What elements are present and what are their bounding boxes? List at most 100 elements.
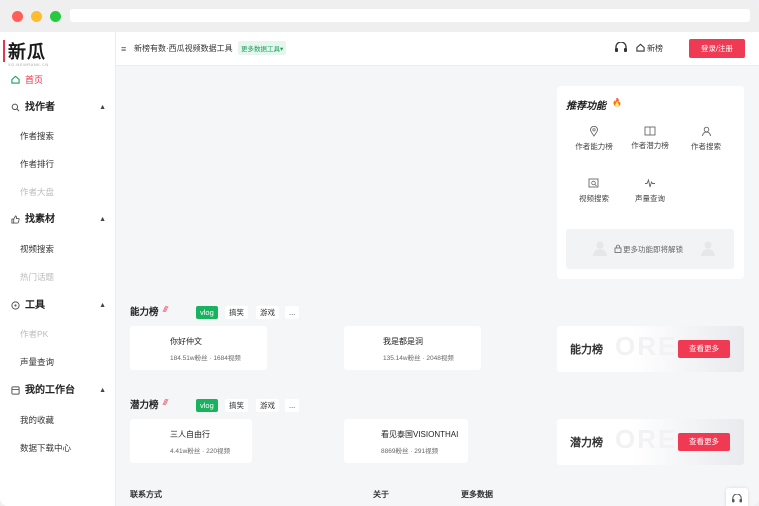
address-bar[interactable]: [70, 9, 750, 22]
banner-watermark: ORE: [615, 424, 678, 454]
author-meta: 135.14w粉丝 · 2048视频: [383, 355, 454, 362]
more-tools-dropdown[interactable]: 更多数据工具▾: [238, 41, 287, 55]
home-icon: [636, 43, 645, 52]
sidebar-item-author-pk[interactable]: 作者PK: [0, 324, 116, 344]
menu-icon[interactable]: ≡: [121, 44, 126, 54]
sidebar-item-label: 找素材: [25, 214, 55, 225]
recommend-item-label: 视频搜索: [579, 194, 609, 203]
chevron-up-icon: ▲: [99, 216, 106, 223]
recommend-volume-query[interactable]: 声量查询: [625, 178, 675, 204]
ability-tag-game[interactable]: 游戏: [256, 306, 279, 319]
minimize-window-button[interactable]: [31, 11, 42, 22]
customer-service-button[interactable]: [726, 488, 748, 506]
author-meta: 184.51w粉丝 · 1684视频: [170, 355, 241, 362]
site-title: 新榜有数·西瓜视频数据工具: [134, 44, 233, 53]
locked-features-text: 更多功能即将解锁: [623, 245, 683, 254]
book-icon: [644, 126, 656, 136]
ability-section-title: 能力榜: [130, 307, 159, 318]
recommend-author-search[interactable]: 作者搜索: [681, 126, 731, 152]
sidebar-item-my-favorites[interactable]: 我的收藏: [0, 410, 116, 430]
sidebar-item-label: 热门话题: [20, 272, 55, 282]
sidebar-item-label: 工具: [25, 300, 45, 311]
stripes-decoration: ///: [163, 398, 168, 407]
potential-author-card[interactable]: 看见泰国VISIONTHAI 8869粉丝 · 291视频: [344, 419, 468, 463]
chevron-up-icon: ▲: [99, 302, 106, 309]
sidebar-item-video-search[interactable]: 视频搜索: [0, 239, 116, 259]
banner-watermark: ORE: [615, 331, 678, 361]
sidebar-item-author-ranking[interactable]: 作者排行: [0, 154, 116, 174]
chevron-up-icon: ▲: [99, 387, 106, 394]
maximize-window-button[interactable]: [50, 11, 61, 22]
author-name: 看见泰国VISIONTHAI: [381, 430, 459, 439]
view-more-button[interactable]: 查看更多: [678, 340, 730, 358]
potential-author-card[interactable]: 三人自由行 4.41w粉丝 · 220视频: [130, 419, 252, 463]
ability-tag-more[interactable]: ...: [285, 306, 300, 319]
stripes-decoration: ///: [163, 305, 168, 314]
sidebar-item-author-overview[interactable]: 作者大盘: [0, 182, 116, 202]
user-placeholder-icon: [701, 241, 715, 256]
sidebar-item-author-search[interactable]: 作者搜索: [0, 126, 116, 146]
recommend-item-label: 作者搜索: [691, 142, 721, 151]
fire-icon: 🔥: [612, 98, 622, 107]
headset-icon[interactable]: [614, 42, 628, 54]
recommend-author-ability-rank[interactable]: 作者能力榜: [569, 126, 619, 152]
sidebar-group-find-author[interactable]: 找作者 ▲: [0, 98, 116, 118]
logo-subtext: XG.NEWRANK.CN: [8, 62, 49, 67]
author-name: 你好仲文: [170, 337, 202, 346]
compass-icon: [11, 301, 20, 310]
recommend-item-label: 作者潜力榜: [631, 141, 669, 150]
potential-tag-game[interactable]: 游戏: [256, 399, 279, 412]
recommend-panel: 推荐功能 🔥 作者能力榜 作者潜力榜 作者搜索 视频搜索 声量查询 更多功能即将…: [557, 86, 744, 279]
sidebar-item-label: 视频搜索: [20, 244, 55, 254]
title-bar: [0, 0, 759, 32]
ability-author-card[interactable]: 我是都是洞 135.14w粉丝 · 2048视频: [344, 326, 481, 370]
sidebar-item-home[interactable]: 首页: [0, 70, 116, 90]
login-register-button[interactable]: 登录/注册: [689, 39, 745, 58]
potential-tag-vlog[interactable]: vlog: [196, 399, 218, 412]
waveform-icon: [645, 178, 655, 188]
author-meta: 4.41w粉丝 · 220视频: [170, 448, 230, 455]
sidebar: 新瓜 XG.NEWRANK.CN 首页 找作者 ▲ 作者搜索 作者排行 作者大盘…: [0, 32, 116, 506]
sidebar-item-label: 声量查询: [20, 357, 55, 367]
browser-window: 新瓜 XG.NEWRANK.CN 首页 找作者 ▲ 作者搜索 作者排行 作者大盘…: [0, 0, 759, 506]
view-more-button[interactable]: 查看更多: [678, 433, 730, 451]
sidebar-item-label: 我的收藏: [20, 415, 55, 425]
author-meta: 8869粉丝 · 291视频: [381, 448, 439, 455]
sidebar-item-label: 作者大盘: [20, 187, 55, 197]
close-window-button[interactable]: [12, 11, 23, 22]
workspace-icon: [11, 386, 20, 395]
headset-icon: [732, 494, 742, 503]
ability-author-card[interactable]: 你好仲文 184.51w粉丝 · 1684视频: [130, 326, 267, 370]
banner-title: 能力榜: [570, 344, 603, 356]
sidebar-group-tools[interactable]: 工具 ▲: [0, 296, 116, 316]
sidebar-item-label: 作者PK: [20, 329, 49, 339]
potential-tag-more[interactable]: ...: [285, 399, 300, 412]
potential-section-title: 潜力榜: [130, 400, 159, 411]
potential-rank-banner: ORE 潜力榜 查看更多: [557, 419, 744, 465]
potential-tag-funny[interactable]: 搞笑: [225, 399, 248, 412]
thumbs-up-icon: [11, 215, 20, 224]
home-icon: [11, 75, 20, 84]
sidebar-item-label: 我的工作台: [25, 385, 75, 396]
banner-title: 潜力榜: [570, 437, 603, 449]
logo[interactable]: 新瓜 XG.NEWRANK.CN: [8, 38, 49, 67]
video-search-icon: [588, 178, 599, 188]
locked-features-banner: 更多功能即将解锁: [566, 229, 734, 269]
user-icon: [701, 126, 711, 137]
sidebar-item-hot-topics[interactable]: 热门话题: [0, 267, 116, 287]
newrank-link[interactable]: 新榜: [647, 43, 663, 54]
sidebar-group-workspace[interactable]: 我的工作台 ▲: [0, 381, 116, 401]
sidebar-item-label: 找作者: [25, 102, 55, 113]
ability-tag-funny[interactable]: 搞笑: [225, 306, 248, 319]
recommend-video-search[interactable]: 视频搜索: [569, 178, 619, 204]
recommend-item-label: 作者能力榜: [575, 142, 613, 151]
sidebar-item-volume-query[interactable]: 声量查询: [0, 352, 116, 372]
recommend-author-potential-rank[interactable]: 作者潜力榜: [625, 126, 675, 151]
ability-tag-vlog[interactable]: vlog: [196, 306, 218, 319]
sidebar-item-label: 首页: [25, 75, 44, 85]
lock-icon: [614, 244, 622, 253]
sidebar-group-find-material[interactable]: 找素材 ▲: [0, 210, 116, 230]
sidebar-item-download-center[interactable]: 数据下载中心: [0, 438, 116, 458]
user-placeholder-icon: [593, 241, 607, 256]
location-pin-icon: [590, 126, 598, 137]
